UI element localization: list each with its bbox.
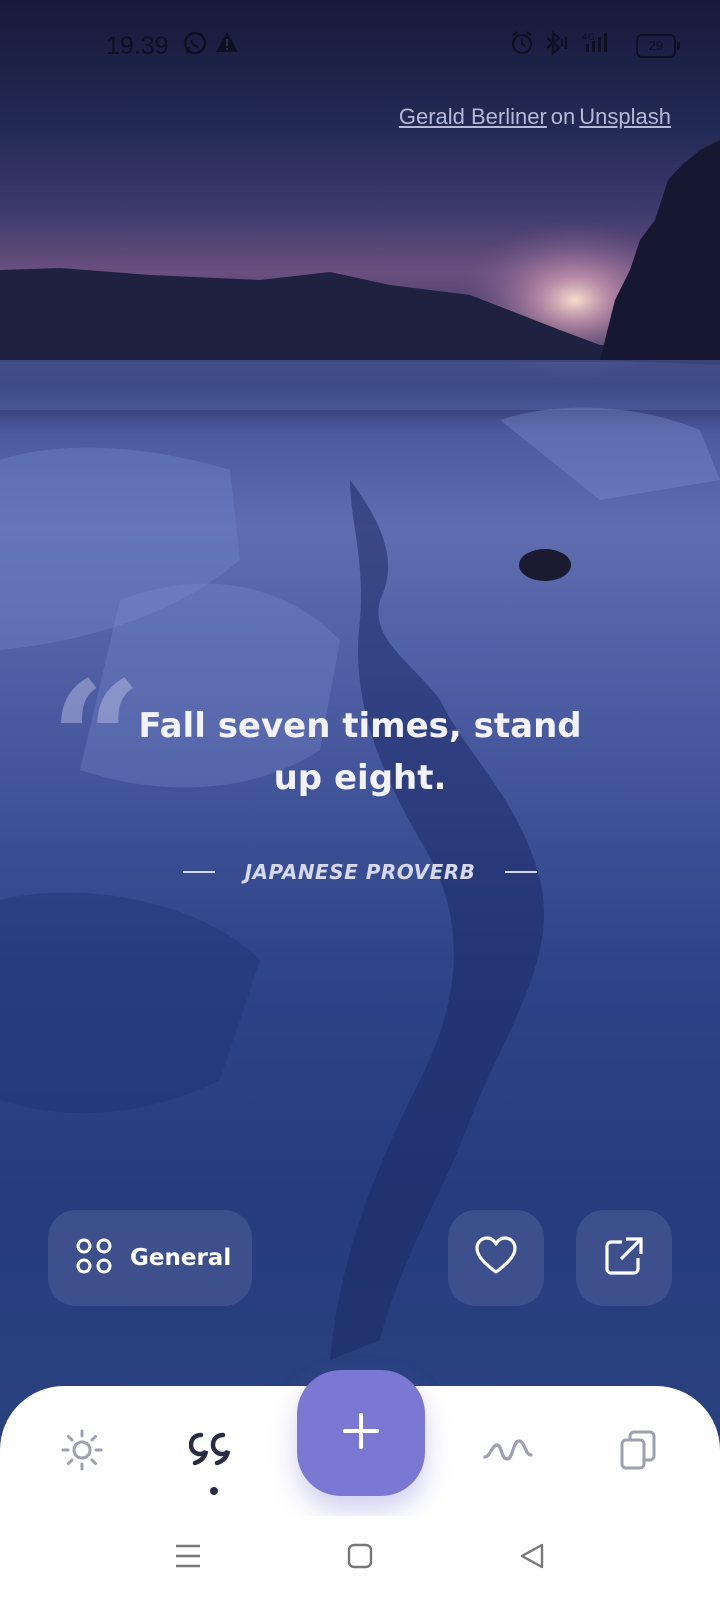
favorite-button[interactable] (448, 1210, 544, 1306)
nav-collections[interactable] (602, 1416, 674, 1488)
nav-quotes[interactable] (177, 1416, 249, 1488)
whatsapp-icon (182, 30, 208, 61)
system-back-button[interactable] (512, 1538, 552, 1578)
share-icon (604, 1236, 644, 1280)
alarm-icon (510, 30, 534, 61)
sun-icon (60, 1428, 104, 1476)
wave-icon (483, 1435, 533, 1469)
quote-icon (188, 1432, 237, 1472)
active-indicator (210, 1487, 218, 1495)
status-bar: 19.39 4G 29 (0, 0, 720, 92)
photo-credit: Gerald Berliner on Unsplash (399, 104, 671, 130)
author-divider-right (505, 871, 538, 873)
categories-icon (76, 1238, 112, 1278)
heart-icon (474, 1236, 518, 1280)
status-time: 19.39 (106, 32, 169, 60)
add-quote-button[interactable] (297, 1370, 425, 1496)
system-menu-button[interactable] (168, 1538, 208, 1578)
photo-source-link[interactable]: Unsplash (579, 104, 671, 129)
signal-icon: 4G (582, 30, 614, 63)
author-divider-left (182, 871, 215, 873)
add-icon (341, 1411, 381, 1455)
bluetooth-icon (542, 30, 568, 61)
system-home-button[interactable] (340, 1538, 380, 1578)
battery-icon: 29 (636, 34, 680, 58)
photo-author-link[interactable]: Gerald Berliner (399, 104, 547, 129)
category-label: General (130, 1245, 232, 1271)
photo-credit-connector: on (550, 104, 576, 129)
warning-icon (215, 30, 239, 59)
category-button[interactable]: General (48, 1210, 252, 1306)
back-icon (519, 1542, 545, 1574)
copy-icon (618, 1428, 658, 1476)
nav-sun[interactable] (46, 1416, 118, 1488)
quote-text: Fall seven times, stand up eight. (138, 706, 582, 798)
share-button[interactable] (576, 1210, 672, 1306)
quote-author: JAPANESE PROVERB (244, 860, 476, 884)
menu-icon (173, 1543, 203, 1573)
nav-mood[interactable] (472, 1416, 544, 1488)
home-icon (347, 1543, 373, 1573)
quote-author-row: JAPANESE PROVERB (160, 852, 560, 892)
battery-level: 29 (648, 38, 664, 53)
